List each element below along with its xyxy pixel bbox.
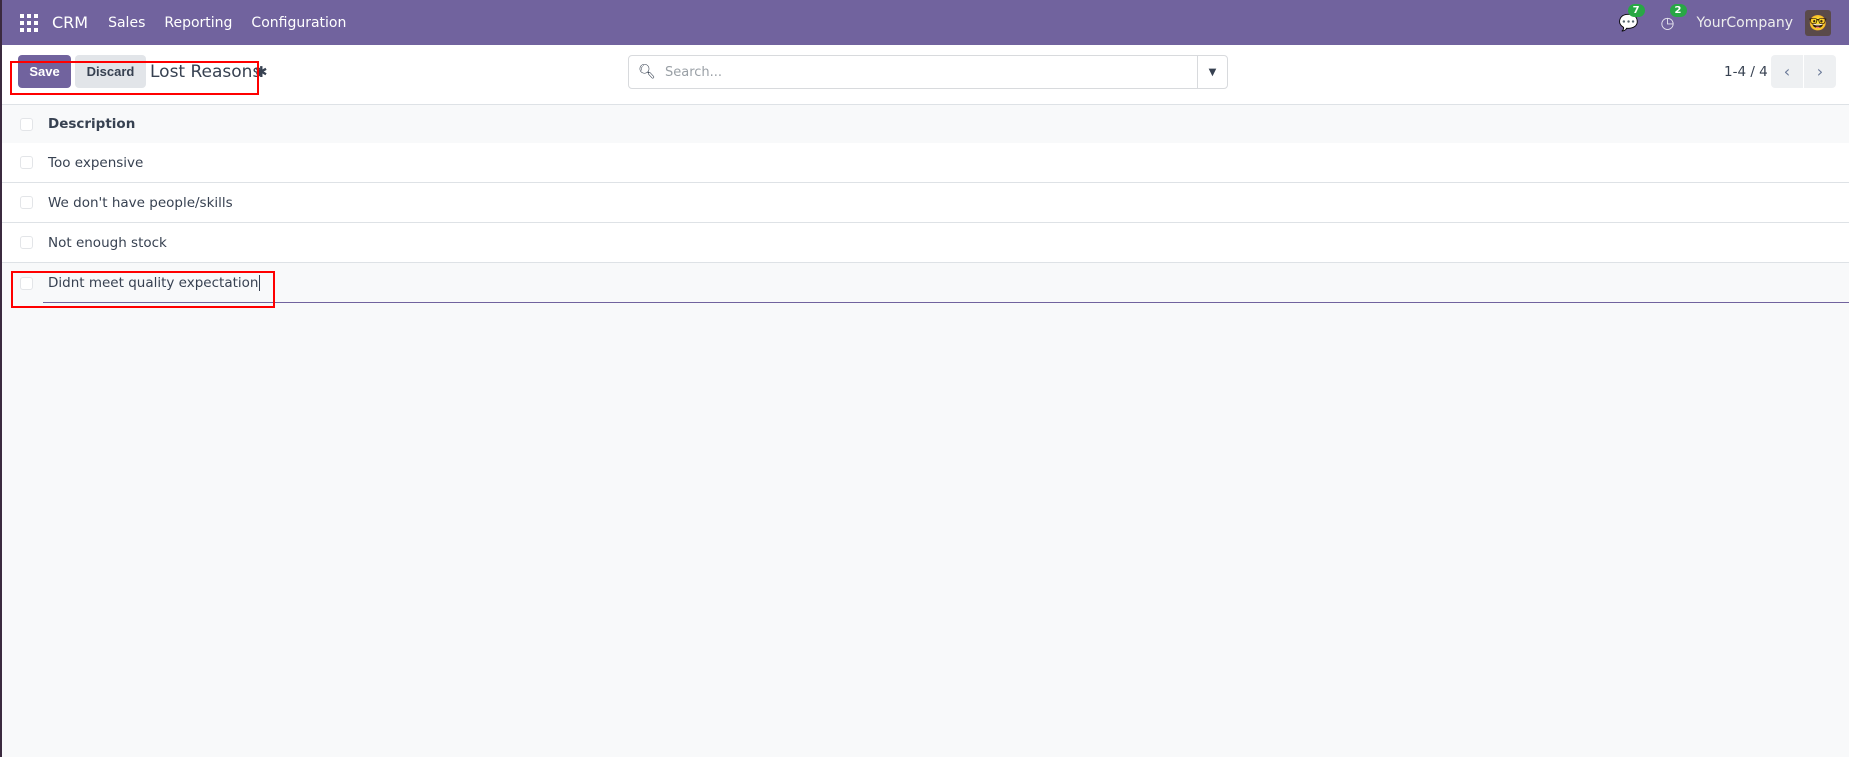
pager-next-button[interactable]: › (1804, 55, 1836, 88)
editing-row[interactable]: Didnt meet quality expectation (2, 263, 1849, 303)
table-row[interactable]: We don't have people/skills (2, 183, 1849, 223)
control-panel: Save Discard Lost Reasons ✱ 🔍︎ ▼ 1-4 / 4… (2, 45, 1849, 105)
annotation-box-header (10, 61, 259, 95)
row-checkbox[interactable] (20, 156, 33, 169)
menu-configuration[interactable]: Configuration (251, 15, 346, 31)
top-navbar: CRM Sales Reporting Configuration 💬 7 ◷ 2 … (2, 0, 1849, 45)
row-checkbox[interactable] (20, 236, 33, 249)
caret-down-icon: ▼ (1208, 66, 1217, 78)
search-icon: 🔍︎ (638, 64, 656, 80)
search-options-toggle[interactable]: ▼ (1197, 56, 1227, 88)
apps-menu-icon[interactable] (20, 13, 38, 32)
chevron-right-icon: › (1816, 62, 1824, 81)
row-description: We don't have people/skills (48, 194, 233, 211)
company-switcher[interactable]: YourCompany (1697, 15, 1794, 31)
pager-previous-button[interactable]: ‹ (1771, 55, 1803, 88)
messages-badge: 7 (1627, 4, 1645, 17)
menu-sales[interactable]: Sales (108, 15, 145, 31)
activities-badge: 2 (1669, 4, 1687, 17)
description-input[interactable]: Didnt meet quality expectation (43, 263, 1849, 303)
table-row[interactable]: Not enough stock (2, 223, 1849, 263)
search-input[interactable] (665, 64, 1197, 80)
activities-button[interactable]: ◷ 2 (1661, 4, 1687, 32)
row-description: Too expensive (48, 154, 144, 171)
row-checkbox[interactable] (20, 196, 33, 209)
user-avatar[interactable]: 🤓 (1805, 9, 1831, 36)
messages-button[interactable]: 💬 7 (1619, 4, 1645, 32)
table-row[interactable]: Too expensive (2, 143, 1849, 183)
list-view: Description Too expensive We don't have … (2, 105, 1849, 303)
annotation-box-row (11, 271, 275, 308)
table-header: Description (2, 105, 1849, 143)
pager-value[interactable]: 1-4 / 4 (1724, 64, 1768, 80)
chevron-left-icon: ‹ (1783, 62, 1791, 81)
search-bar: 🔍︎ ▼ (628, 55, 1228, 89)
column-header-description[interactable]: Description (48, 116, 135, 132)
menu-reporting[interactable]: Reporting (164, 15, 232, 31)
app-name[interactable]: CRM (52, 13, 88, 32)
row-description: Not enough stock (48, 234, 167, 251)
select-all-checkbox[interactable] (20, 117, 33, 131)
